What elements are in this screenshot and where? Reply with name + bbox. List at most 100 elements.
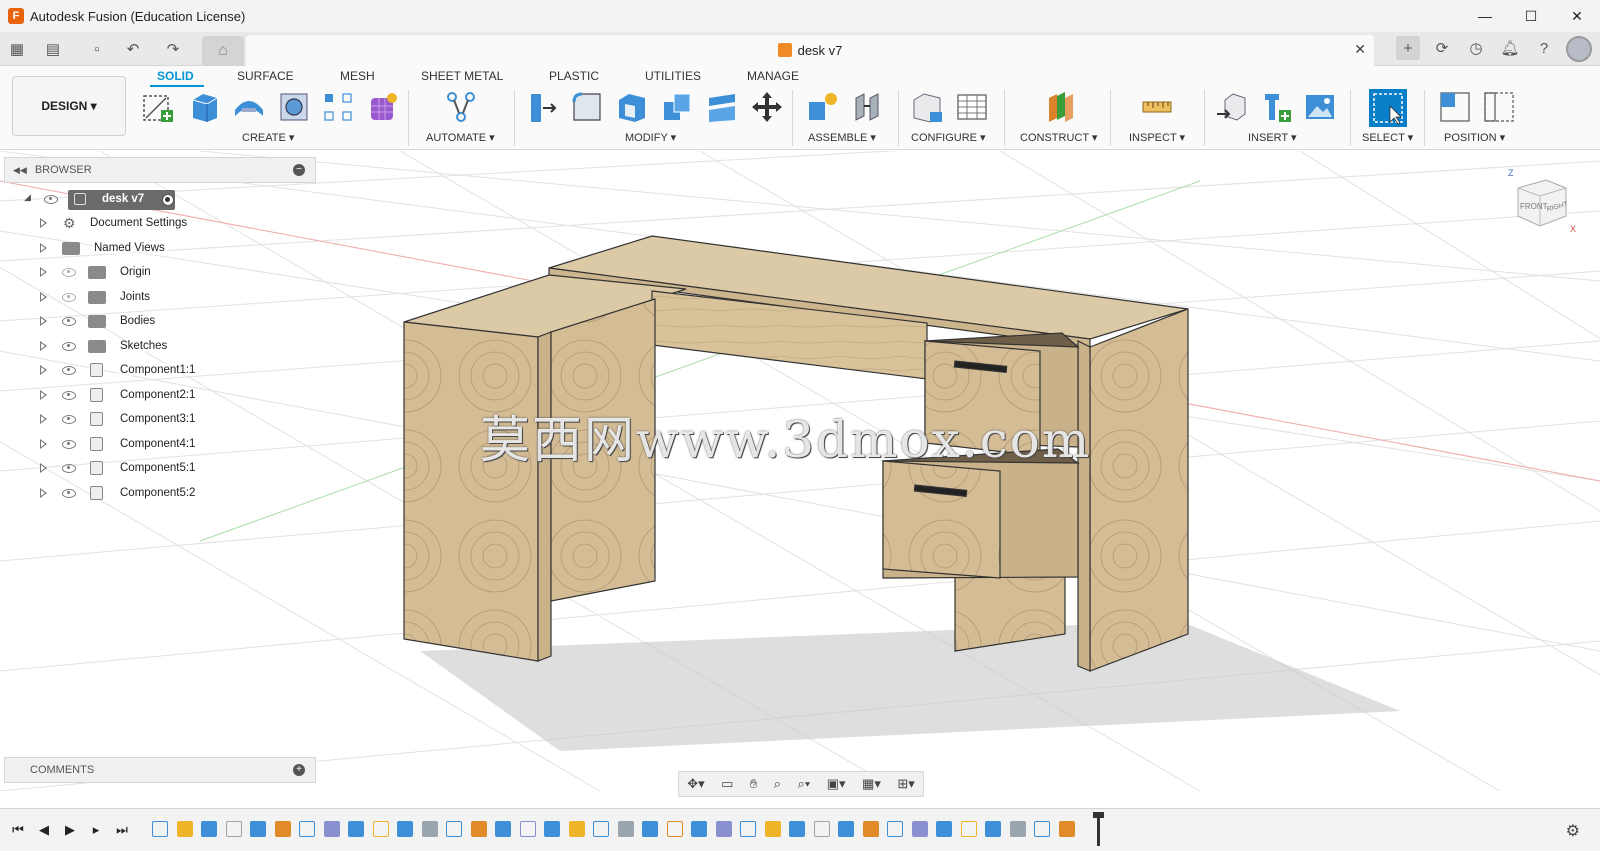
group-automate[interactable]: AUTOMATE ▾ <box>426 131 495 144</box>
timeline-feature-icon[interactable] <box>421 821 438 837</box>
fillet-icon[interactable] <box>570 90 604 124</box>
group-inspect[interactable]: INSPECT ▾ <box>1129 131 1185 144</box>
expand-chevron-icon[interactable] <box>40 390 47 400</box>
expand-chevron-icon[interactable] <box>40 414 47 424</box>
step-forward-icon[interactable]: ▸ <box>86 820 106 840</box>
timeline-feature-icon[interactable] <box>568 821 585 837</box>
offset-plane-icon[interactable] <box>1043 90 1077 124</box>
timeline-feature-icon[interactable] <box>348 821 364 837</box>
undo-icon[interactable]: ↶ <box>122 38 144 60</box>
go-to-start-icon[interactable]: ⏮ <box>8 820 28 840</box>
new-component-icon[interactable] <box>805 90 839 124</box>
notifications-bell-icon[interactable]: 🔔︎ <box>1498 36 1522 60</box>
data-panel-grid-icon[interactable]: ▦ <box>6 38 28 60</box>
workspace-switcher[interactable]: DESIGN ▾ <box>12 76 126 136</box>
timeline-marker[interactable] <box>1093 812 1104 846</box>
tab-mesh[interactable]: MESH <box>340 69 375 83</box>
timeline-feature-icon[interactable] <box>495 821 511 837</box>
expand-chevron-icon[interactable] <box>40 316 47 326</box>
visibility-eye-icon[interactable] <box>62 464 76 473</box>
comments-panel-header[interactable]: COMMENTS + <box>4 757 316 783</box>
viewports-icon[interactable]: ⊞▾ <box>897 776 914 792</box>
expand-caret-icon[interactable]: ◢ <box>24 192 31 203</box>
expand-chevron-icon[interactable] <box>40 292 47 302</box>
timeline-feature-icon[interactable] <box>642 821 658 837</box>
timeline-feature-icon[interactable] <box>446 821 462 837</box>
timeline-settings-gear-icon[interactable]: ⚙ <box>1566 821 1580 841</box>
file-menu-icon[interactable]: ▤ <box>42 38 64 60</box>
browser-panel-header[interactable]: ◀◀ BROWSER − <box>4 157 316 183</box>
activate-radio-icon[interactable] <box>162 194 174 206</box>
tab-sheet-metal[interactable]: SHEET METAL <box>421 69 503 83</box>
timeline-feature-icon[interactable] <box>960 821 977 837</box>
visibility-eye-icon[interactable] <box>62 391 76 400</box>
pan-hand-icon[interactable]: ✋︎ <box>750 776 757 792</box>
expand-chevron-icon[interactable] <box>40 365 47 375</box>
browser-minimize-icon[interactable]: − <box>293 164 305 176</box>
split-body-icon[interactable] <box>705 90 739 124</box>
extrude-icon[interactable] <box>187 90 221 124</box>
timeline-feature-icon[interactable] <box>789 821 805 837</box>
group-configure[interactable]: CONFIGURE ▾ <box>911 131 986 144</box>
play-icon[interactable]: ▶ <box>60 820 80 840</box>
visibility-eye-icon[interactable] <box>44 195 58 204</box>
home-tab-icon[interactable]: ⌂ <box>202 36 244 66</box>
group-assemble[interactable]: ASSEMBLE ▾ <box>808 131 876 144</box>
visibility-eye-icon[interactable] <box>62 317 76 326</box>
revolve-icon[interactable] <box>232 90 266 124</box>
timeline-feature-icon[interactable] <box>176 821 193 837</box>
tab-manage[interactable]: MANAGE <box>747 69 799 83</box>
create-sketch-icon[interactable] <box>141 90 175 124</box>
browser-root-item[interactable]: ◢ desk v7 <box>0 189 240 211</box>
timeline-feature-icon[interactable] <box>691 821 707 837</box>
expand-chevron-icon[interactable] <box>40 267 47 277</box>
insert-derive-icon[interactable] <box>1215 90 1249 124</box>
extensions-icon[interactable]: ⟳ <box>1430 36 1454 60</box>
timeline-feature-icon[interactable] <box>838 821 854 837</box>
timeline-feature-icon[interactable] <box>813 821 830 837</box>
group-modify[interactable]: MODIFY ▾ <box>625 131 676 144</box>
tab-surface[interactable]: SURFACE <box>237 69 294 83</box>
expand-chevron-icon[interactable] <box>40 463 47 473</box>
timeline-feature-icon[interactable] <box>593 821 609 837</box>
browser-item-component2-1[interactable]: Component2:1 <box>0 385 240 407</box>
timeline-feature-icon[interactable] <box>911 821 928 837</box>
go-to-end-icon[interactable]: ⏭ <box>112 820 132 840</box>
browser-item-document-settings[interactable]: ⚙ Document Settings <box>0 213 240 235</box>
timeline-feature-icon[interactable] <box>201 821 217 837</box>
group-create[interactable]: CREATE ▾ <box>242 131 294 144</box>
visibility-eye-icon[interactable] <box>62 342 76 351</box>
browser-item-bodies[interactable]: Bodies <box>0 311 240 333</box>
group-construct[interactable]: CONSTRUCT ▾ <box>1020 131 1097 144</box>
save-icon[interactable]: ▫ <box>86 38 108 60</box>
timeline-feature-icon[interactable] <box>1058 821 1075 837</box>
group-insert[interactable]: INSERT ▾ <box>1248 131 1297 144</box>
combine-icon[interactable] <box>660 90 694 124</box>
timeline-feature-icon[interactable] <box>862 821 879 837</box>
collapse-panel-icon[interactable]: ◀◀ <box>13 165 27 176</box>
browser-item-component1-1[interactable]: Component1:1 <box>0 360 240 382</box>
browser-item-named-views[interactable]: Named Views <box>0 238 240 260</box>
tab-solid[interactable]: SOLID <box>157 69 194 83</box>
step-back-icon[interactable]: ◀ <box>34 820 54 840</box>
look-at-icon[interactable]: ▭ <box>721 776 733 792</box>
capture-position-icon[interactable] <box>1438 90 1472 124</box>
move-copy-icon[interactable] <box>750 90 784 124</box>
timeline-feature-icon[interactable] <box>1034 821 1050 837</box>
shell-icon[interactable] <box>615 90 649 124</box>
timeline-feature-icon[interactable] <box>372 821 389 837</box>
browser-item-component4-1[interactable]: Component4:1 <box>0 434 240 456</box>
browser-item-origin[interactable]: Origin <box>0 262 240 284</box>
browser-item-component5-1[interactable]: Component5:1 <box>0 458 240 480</box>
zoom-icon[interactable]: ⌕ <box>774 776 781 792</box>
document-tab[interactable]: desk v7 ✕ <box>246 35 1374 66</box>
close-tab-icon[interactable]: ✕ <box>1354 41 1366 58</box>
expand-chevron-icon[interactable] <box>40 341 47 351</box>
expand-chevron-icon[interactable] <box>40 439 47 449</box>
rectangular-pattern-icon[interactable] <box>321 90 355 124</box>
fit-zoom-icon[interactable]: ⌕▾ <box>798 776 811 792</box>
help-icon[interactable]: ? <box>1532 36 1556 60</box>
timeline-feature-icon[interactable] <box>274 821 291 837</box>
timeline-feature-icon[interactable] <box>470 821 487 837</box>
joint-icon[interactable] <box>850 90 884 124</box>
